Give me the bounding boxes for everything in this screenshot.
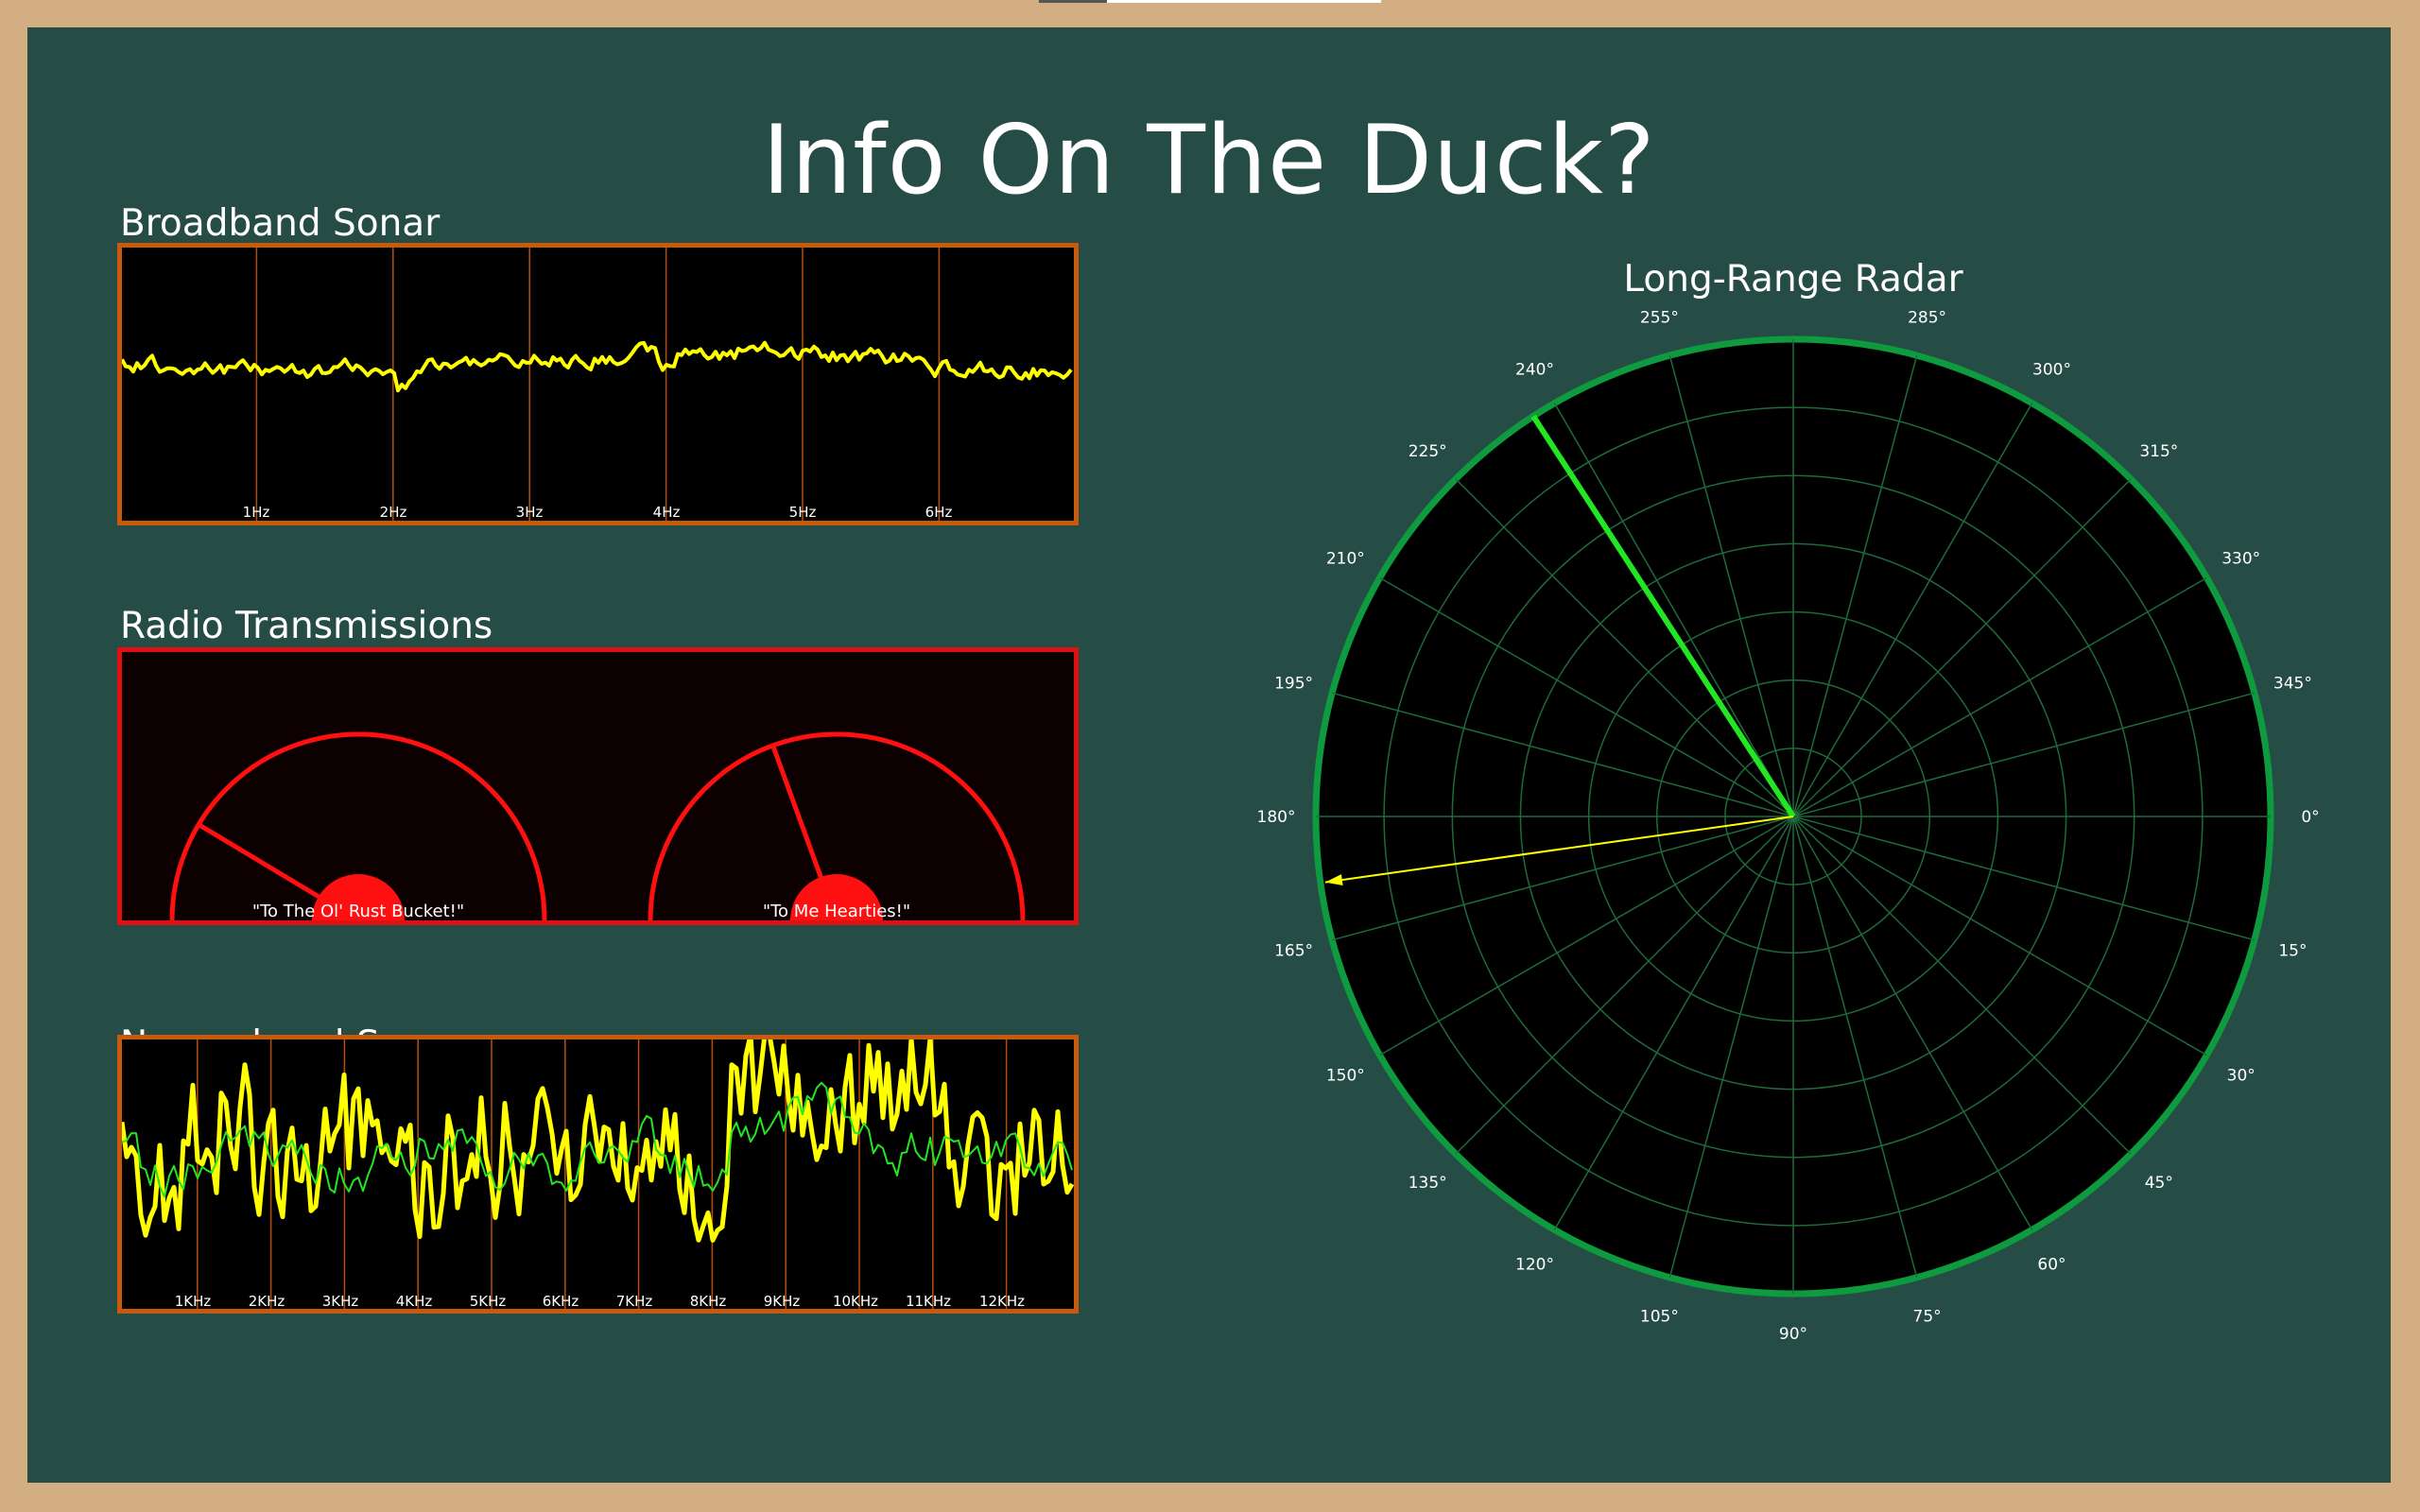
radar-angle-label: 345° (2273, 674, 2312, 693)
broadband-tick-label: 4Hz (652, 504, 681, 521)
radar-angle-label: 315° (2139, 442, 2178, 461)
broadband-tick-label: 5Hz (788, 504, 817, 521)
narrowband-sonar-plot (117, 1035, 1079, 1314)
radio-transmissions-title: Radio Transmissions (120, 605, 493, 647)
broadband-sonar-title: Broadband Sonar (120, 202, 441, 245)
narrowband-tick-label: 4KHz (395, 1293, 433, 1310)
radar-angle-label: 150° (1326, 1067, 1365, 1086)
long-range-radar: 0° 15° 30° 45° 60° 75° 90° 105° 120° 135° 150° 165°… (1257, 311, 2320, 1344)
radar-angle-label: 90° (1779, 1325, 1807, 1344)
radar-angle-label: 165° (1274, 942, 1313, 961)
radar-angle-label: 60° (2037, 1256, 2066, 1275)
gauge-left-label: "To The Ol' Rust Bucket!" (251, 902, 465, 921)
broadband-sonar-svg (122, 248, 1073, 521)
narrowband-tick-label: 5KHz (469, 1293, 507, 1310)
radio-gauges-svg (169, 731, 1026, 920)
broadband-tick-label: 3Hz (515, 504, 544, 521)
narrowband-tick-label: 11KHz (905, 1293, 952, 1310)
narrowband-tick-label: 6KHz (542, 1293, 579, 1310)
gauge-right-label: "To Me Hearties!" (762, 902, 911, 921)
radar-angle-label: 330° (2221, 550, 2260, 569)
narrowband-tick-label: 8KHz (689, 1293, 727, 1310)
narrowband-tick-label: 10KHz (832, 1293, 879, 1310)
radar-angle-label: 15° (2278, 942, 2307, 961)
radar-angle-label: 0° (2301, 808, 2319, 827)
narrowband-tick-label: 12KHz (978, 1293, 1026, 1310)
radar-angle-label: 285° (1908, 311, 1946, 328)
radar-angle-label: 75° (1913, 1307, 1942, 1326)
radar-angle-label: 225° (1409, 442, 1447, 461)
radar-angle-label: 300° (2032, 360, 2071, 379)
broadband-tick-label: 1Hz (242, 504, 270, 521)
gauge-right (648, 731, 1026, 920)
narrowband-sonar-svg (122, 1040, 1074, 1309)
broadband-tick-label: 6Hz (925, 504, 953, 521)
radar-angle-label: 210° (1326, 550, 1365, 569)
narrowband-tick-label: 7KHz (615, 1293, 653, 1310)
radar-angle-label: 240° (1515, 360, 1554, 379)
radar-angle-label: 135° (1409, 1174, 1447, 1193)
long-range-radar-title: Long-Range Radar (1623, 258, 1963, 301)
narrowband-tick-label: 1KHz (174, 1293, 212, 1310)
radar-angle-label: 30° (2227, 1067, 2256, 1086)
dashboard-board: Info On The Duck? Broadband Sonar 1Hz 2H… (27, 27, 2391, 1483)
radar-angle-label: 45° (2145, 1174, 2173, 1193)
top-bar-dark (1039, 0, 1107, 3)
radar-angle-label: 180° (1257, 808, 1296, 827)
broadband-tick-label: 2Hz (379, 504, 407, 521)
broadband-sonar-plot (117, 243, 1079, 525)
radar-angle-label: 105° (1640, 1307, 1679, 1326)
narrowband-tick-label: 3KHz (321, 1293, 359, 1310)
broadband-trace (122, 340, 1073, 393)
radar-angle-label: 195° (1274, 674, 1313, 693)
narrowband-tick-label: 9KHz (763, 1293, 801, 1310)
top-bar-light (1107, 0, 1381, 3)
radar-angle-label: 255° (1640, 311, 1679, 328)
gauge-left (169, 731, 547, 920)
radio-transmissions-panel (117, 647, 1079, 925)
radar-angle-label: 120° (1515, 1256, 1554, 1275)
narrowband-tick-label: 2KHz (248, 1293, 285, 1310)
page-title: Info On The Duck? (762, 104, 1656, 215)
